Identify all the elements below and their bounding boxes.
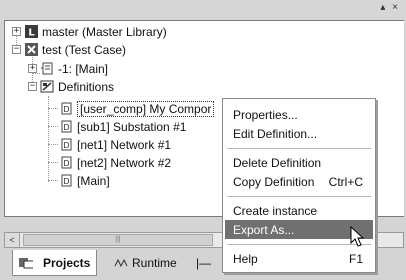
- tree-item-label: test (Test Case): [42, 42, 127, 57]
- tab-projects[interactable]: Projects: [12, 250, 98, 276]
- menu-separator: [227, 196, 371, 197]
- menu-item-label: Export As...: [233, 222, 295, 237]
- svg-text:D: D: [63, 177, 69, 186]
- svg-text:L: L: [28, 28, 35, 39]
- tab-label: Runtime: [132, 256, 177, 270]
- component-definition-icon: D: [59, 102, 73, 116]
- component-definition-icon: D: [59, 156, 73, 170]
- expand-toggle[interactable]: +: [28, 64, 37, 73]
- tree-item-user-comp[interactable]: D [user_comp] My Compor: [59, 100, 215, 117]
- panel-title-bar: ▴ ×: [0, 0, 406, 20]
- svg-text:D: D: [63, 105, 69, 114]
- tree-item-label: [net2] Network #2: [77, 155, 172, 170]
- menu-item-create-instance[interactable]: Create instance: [225, 201, 373, 220]
- tree-item-label: [sub1] Substation #1: [77, 119, 187, 134]
- tree-item-label: [user_comp] My Compor: [77, 100, 215, 117]
- menu-item-label: Help: [233, 251, 258, 266]
- projects-icon: [19, 256, 33, 270]
- menu-shortcut: Ctrl+C: [328, 174, 363, 189]
- tree-item-sub1[interactable]: D [sub1] Substation #1: [59, 118, 186, 135]
- definitions-icon: [40, 80, 54, 94]
- tree-item-label: master (Master Library): [42, 24, 167, 39]
- tab-runtime[interactable]: Runtime: [108, 252, 183, 274]
- menu-separator: [227, 148, 371, 149]
- svg-text:D: D: [63, 141, 69, 150]
- menu-item-label: Properties...: [233, 107, 298, 122]
- menu-item-edit-definition[interactable]: Edit Definition...: [225, 124, 373, 143]
- test-case-icon: [24, 43, 38, 57]
- tree-item-main-definition[interactable]: D [Main]: [59, 172, 110, 189]
- tab-label: |—: [196, 256, 212, 270]
- tree-item-master[interactable]: + L master (Master Library): [12, 23, 167, 40]
- collapse-toggle[interactable]: −: [12, 45, 21, 54]
- runtime-icon: [114, 256, 128, 270]
- svg-text:D: D: [63, 159, 69, 168]
- menu-item-copy-definition[interactable]: Copy Definition Ctrl+C: [225, 172, 373, 191]
- collapse-toggle[interactable]: −: [28, 82, 37, 91]
- tree-item-net2[interactable]: D [net2] Network #2: [59, 154, 171, 171]
- menu-shortcut: F1: [348, 251, 363, 266]
- menu-item-label: Delete Definition: [233, 155, 322, 170]
- tab-wire[interactable]: |—: [190, 252, 217, 274]
- component-definition-icon: D: [59, 174, 73, 188]
- tree-item-main-module[interactable]: + -1: [Main]: [28, 60, 108, 77]
- tree-item-label: -1: [Main]: [58, 61, 109, 76]
- tree-item-label: Definitions: [58, 79, 115, 94]
- main-module-icon: [40, 62, 54, 76]
- menu-item-help[interactable]: Help F1: [225, 249, 373, 268]
- component-definition-icon: D: [59, 138, 73, 152]
- tree-item-definitions[interactable]: − Definitions: [28, 78, 114, 95]
- menu-item-label: Copy Definition: [233, 174, 315, 189]
- tree-item-label: [Main]: [77, 173, 110, 188]
- tab-label: Projects: [43, 255, 91, 270]
- scroll-left-button[interactable]: <: [5, 233, 20, 247]
- mouse-cursor-icon: [350, 226, 365, 247]
- svg-text:D: D: [63, 123, 69, 132]
- menu-item-properties[interactable]: Properties...: [225, 105, 373, 124]
- scroll-thumb[interactable]: |||: [23, 234, 213, 246]
- tree-item-label: [net1] Network #1: [77, 137, 172, 152]
- expand-toggle[interactable]: +: [12, 27, 21, 36]
- component-definition-icon: D: [59, 120, 73, 134]
- panel-window-buttons[interactable]: ▴ ×: [380, 2, 400, 13]
- menu-item-label: Create instance: [233, 203, 318, 218]
- tree-item-net1[interactable]: D [net1] Network #1: [59, 136, 171, 153]
- master-library-icon: L: [24, 25, 38, 39]
- menu-item-label: Edit Definition...: [233, 126, 318, 141]
- tree-item-test[interactable]: − test (Test Case): [12, 41, 126, 58]
- menu-item-delete-definition[interactable]: Delete Definition: [225, 153, 373, 172]
